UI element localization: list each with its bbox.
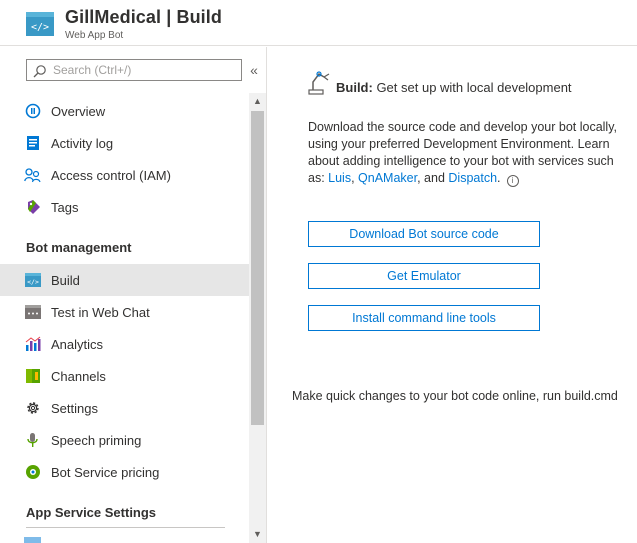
search-box[interactable]: [26, 59, 242, 81]
install-command-line-tools-button[interactable]: Install command line tools: [308, 305, 540, 331]
build-description: Download the source code and develop you…: [308, 120, 617, 187]
sidebar: « Overview Activity log Access control (…: [0, 47, 267, 543]
sidebar-item-access-control[interactable]: Access control (IAM): [0, 159, 249, 191]
scroll-up-icon[interactable]: ▲: [249, 93, 266, 110]
tag-icon: [24, 199, 41, 216]
section-divider: [26, 527, 225, 528]
sidebar-item-label: Access control (IAM): [51, 167, 171, 183]
blade-header: </> GillMedical | Build Web App Bot: [0, 0, 637, 46]
sidebar-item-label: Analytics: [51, 336, 104, 352]
info-icon[interactable]: i: [506, 175, 519, 187]
scroll-thumb[interactable]: [251, 111, 264, 425]
scroll-down-icon[interactable]: ▼: [249, 526, 266, 543]
download-bot-source-code-button[interactable]: Download Bot source code: [308, 221, 540, 247]
chat-icon: [24, 304, 41, 321]
section-title-app-service-settings: App Service Settings: [26, 505, 157, 520]
qnamaker-link[interactable]: QnAMaker: [358, 171, 417, 185]
main-content: Build: Get set up with local development…: [268, 47, 637, 543]
speech-icon: [24, 432, 41, 449]
gear-icon: [24, 400, 41, 417]
sidebar-item-tags[interactable]: Tags: [0, 191, 249, 223]
search-icon: [33, 65, 46, 78]
sidebar-item-label: Settings: [51, 400, 98, 416]
channels-icon: [24, 368, 41, 385]
sidebar-item-build[interactable]: </> Build: [0, 264, 249, 296]
svg-text:</>: </>: [27, 278, 39, 286]
collapse-sidebar-icon[interactable]: «: [247, 62, 261, 78]
sidebar-item-channels[interactable]: Channels: [0, 360, 249, 392]
sidebar-item-label: Channels: [51, 368, 106, 384]
sidebar-item-label: Bot Service pricing: [51, 464, 160, 480]
analytics-icon: [24, 336, 41, 353]
sidebar-item-activity-log[interactable]: Activity log: [0, 127, 249, 159]
search-input[interactable]: [53, 62, 239, 78]
sidebar-item-label: Activity log: [51, 135, 114, 151]
sidebar-item-analytics[interactable]: Analytics: [0, 328, 249, 360]
sidebar-item-settings[interactable]: Settings: [0, 392, 249, 424]
luis-link[interactable]: Luis: [328, 171, 351, 185]
section-heading: Build: Get set up with local development: [336, 80, 572, 95]
get-emulator-button[interactable]: Get Emulator: [308, 263, 540, 289]
configuration-icon: [24, 537, 41, 543]
page-subtitle: Web App Bot: [65, 30, 124, 41]
web-app-bot-icon: </>: [26, 12, 54, 36]
section-title-bot-management: Bot management: [26, 240, 132, 255]
sidebar-item-speech-priming[interactable]: Speech priming: [0, 424, 249, 456]
sidebar-scrollbar[interactable]: ▲ ▼: [249, 93, 266, 543]
sidebar-item-test-in-web-chat[interactable]: Test in Web Chat: [0, 296, 249, 328]
sidebar-item-bot-service-pricing[interactable]: Bot Service pricing: [0, 456, 249, 488]
sidebar-item-label: Test in Web Chat: [51, 304, 150, 320]
code-icon: </>: [24, 272, 41, 289]
dispatch-link[interactable]: Dispatch: [448, 171, 497, 185]
people-icon: [24, 167, 41, 184]
overview-icon: [24, 103, 41, 120]
page-title: GillMedical | Build: [65, 7, 222, 27]
quick-changes-text: Make quick changes to your bot code onli…: [292, 389, 618, 403]
sidebar-item-label: Build: [51, 272, 80, 288]
pricing-icon: [24, 464, 41, 481]
robot-arm-icon: [308, 71, 330, 95]
activity-log-icon: [24, 135, 41, 152]
sidebar-item-label: Speech priming: [51, 432, 142, 448]
sidebar-item-label: Tags: [51, 199, 79, 215]
sidebar-item-label: Overview: [51, 103, 106, 119]
svg-text:</>: </>: [31, 22, 49, 33]
sidebar-item-overview[interactable]: Overview: [0, 95, 249, 127]
